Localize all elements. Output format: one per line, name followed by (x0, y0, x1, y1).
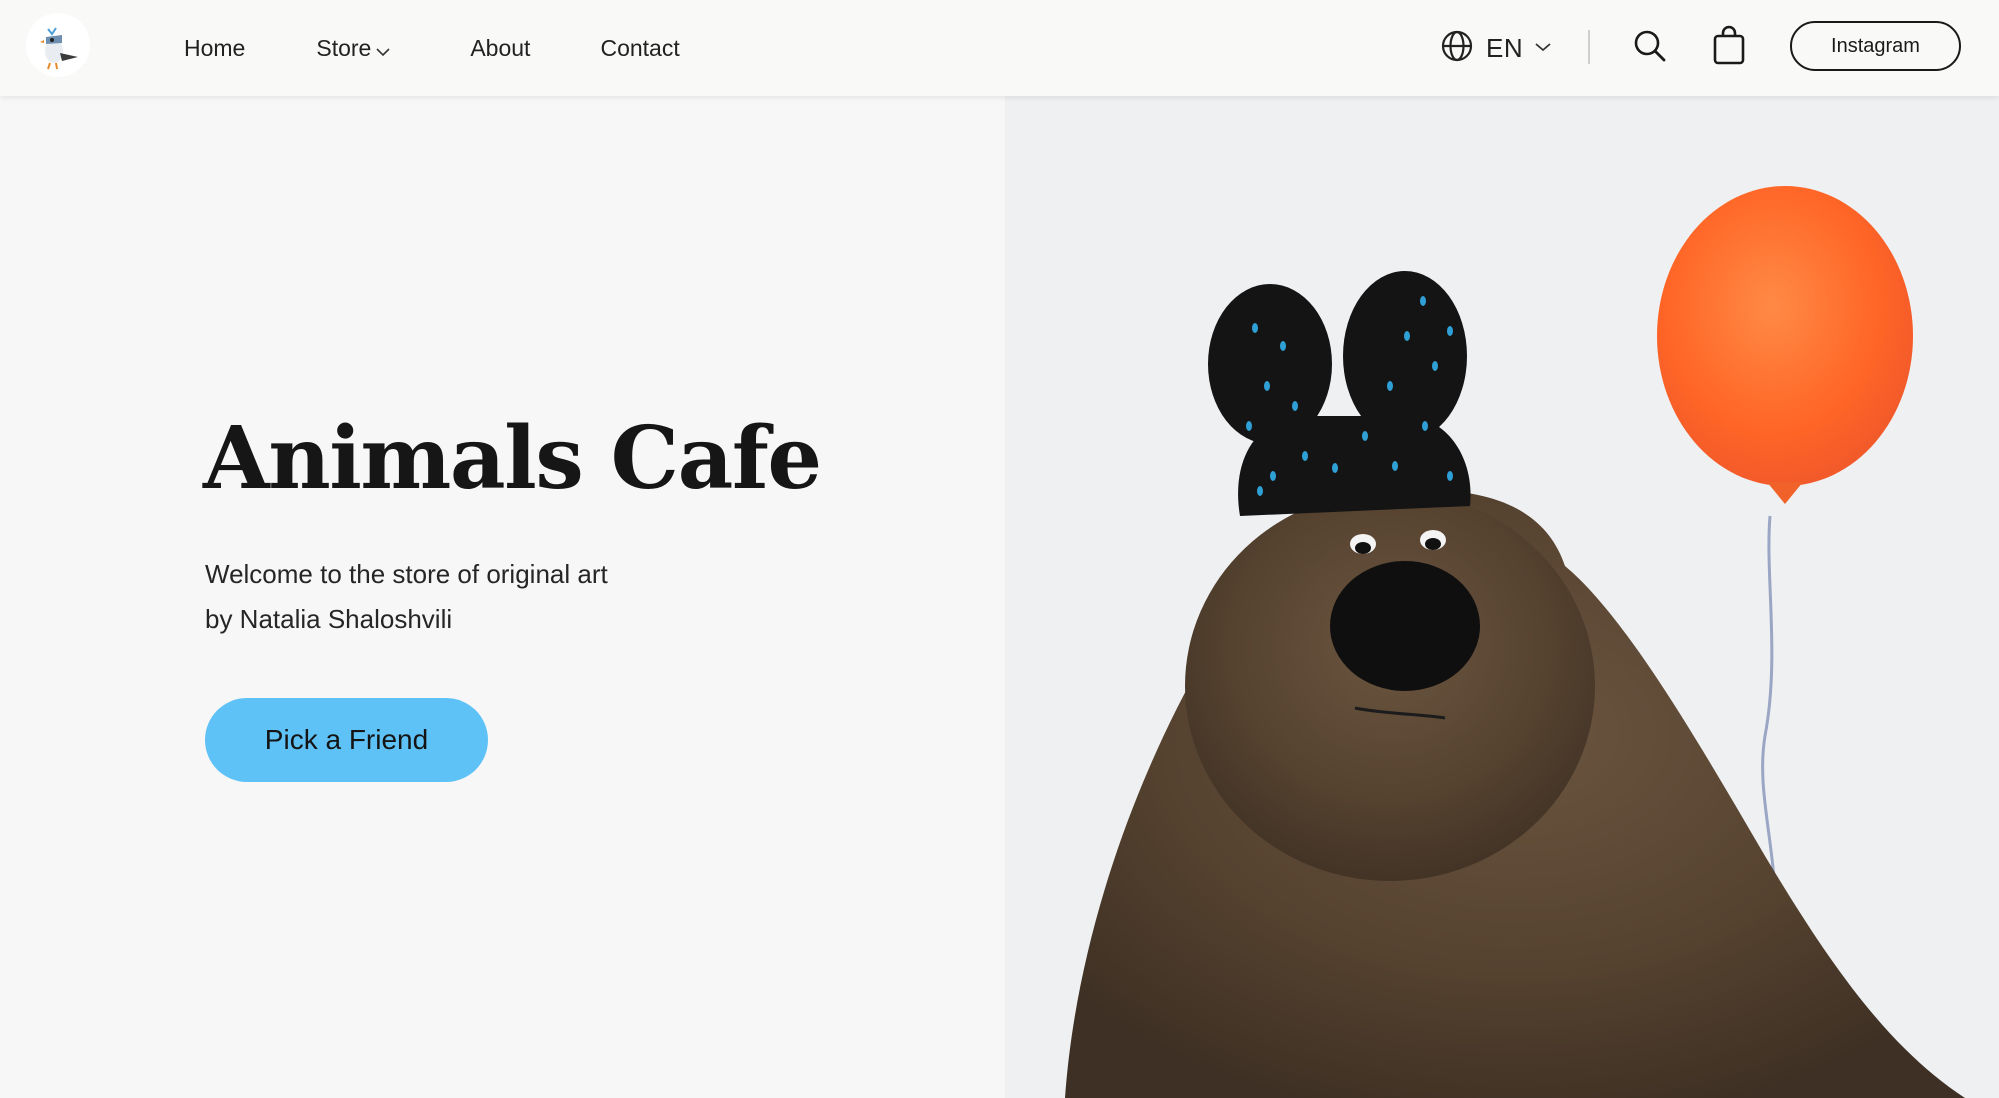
instagram-button[interactable]: Instagram (1790, 21, 1961, 71)
hero-illustration (1005, 96, 1999, 1098)
pick-a-friend-button[interactable]: Pick a Friend (205, 698, 488, 782)
globe-icon (1440, 29, 1474, 68)
main-nav: Home Store About Contact (184, 0, 680, 96)
nav-home-link[interactable]: Home (184, 35, 245, 62)
language-selector[interactable]: EN (1440, 28, 1551, 68)
shopping-bag-icon (1712, 25, 1746, 70)
nav-about-link[interactable]: About (470, 35, 530, 62)
search-button[interactable] (1632, 28, 1668, 68)
nav-contact-link[interactable]: Contact (600, 35, 679, 62)
hero-subtitle-line-2: by Natalia Shaloshvili (205, 604, 453, 634)
nav-store-label: Store (316, 34, 372, 61)
bird-logo-icon[interactable] (26, 13, 90, 77)
hero-subtitle: Welcome to the store of original art by … (205, 552, 725, 642)
language-label: EN (1486, 32, 1524, 63)
hero-subtitle-line-1: Welcome to the store of original art (205, 559, 608, 589)
search-icon (1633, 29, 1667, 68)
chevron-down-icon (376, 36, 390, 63)
page-title: Animals Cafe (203, 408, 822, 509)
chevron-down-icon (1535, 39, 1551, 57)
header-divider (1588, 30, 1590, 64)
bear-with-balloon-illustration (1005, 96, 1999, 1098)
nav-store-link[interactable]: Store (316, 33, 390, 63)
site-header: Home Store About Contact EN Instagram (0, 0, 1999, 96)
cart-button[interactable] (1711, 25, 1747, 70)
